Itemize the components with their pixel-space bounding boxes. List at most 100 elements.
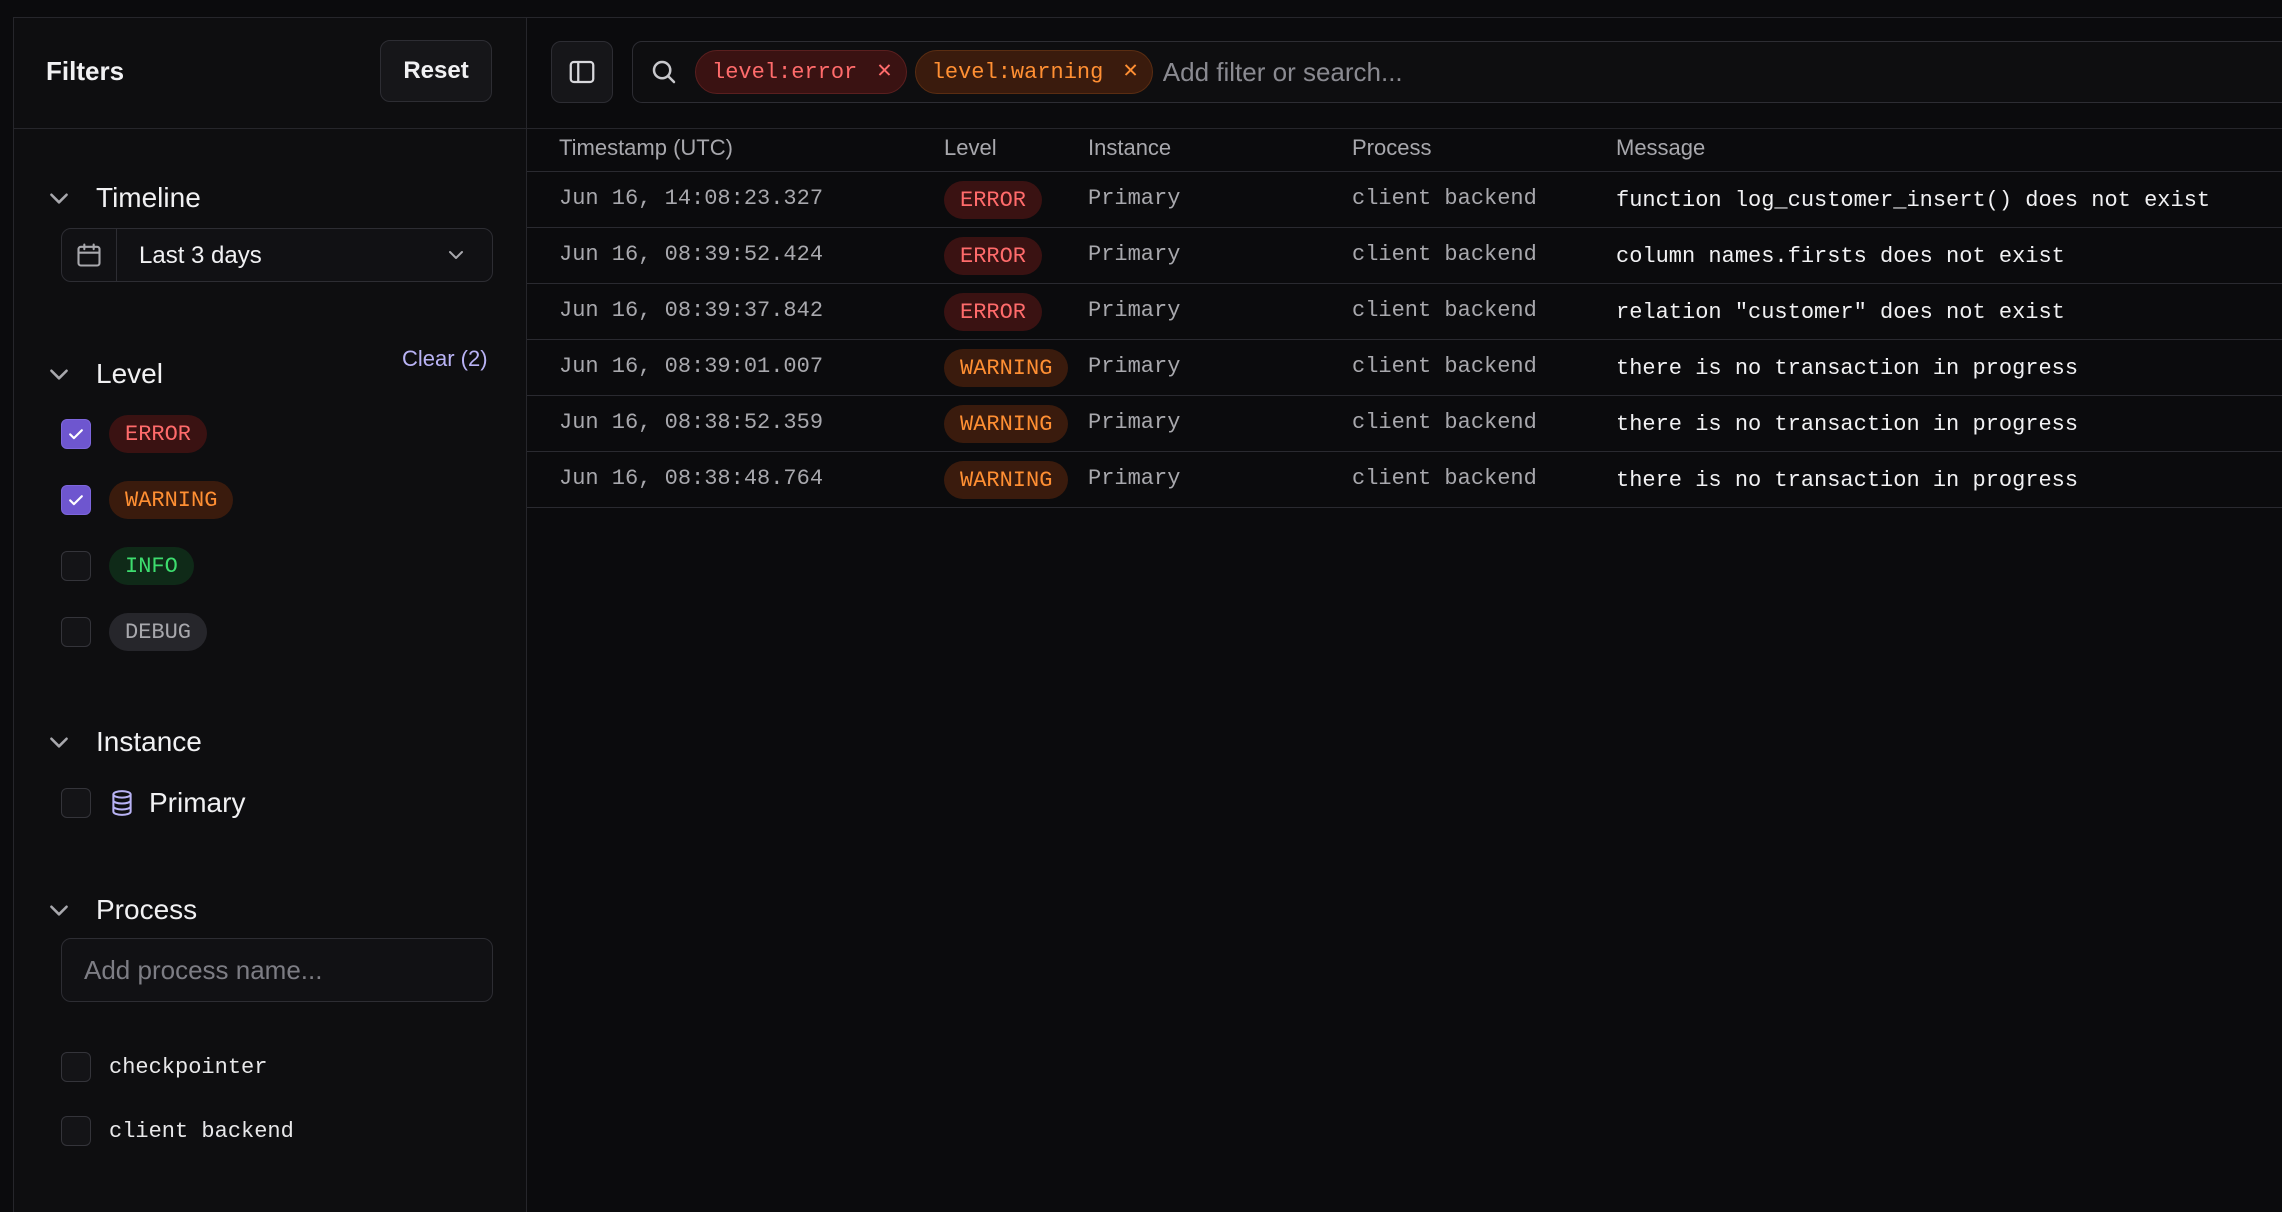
chevron-down-icon — [50, 369, 68, 380]
checkbox-primary[interactable] — [61, 788, 91, 818]
chevron-down-icon — [50, 737, 68, 748]
clear-level-link[interactable]: Clear (2) — [402, 346, 488, 372]
cell-process: client backend — [1352, 298, 1537, 323]
level-title: Level — [96, 358, 163, 389]
process-section-toggle[interactable]: Process — [46, 894, 197, 926]
filters-header: Filters Reset — [14, 18, 526, 129]
chevron-down-icon — [50, 905, 68, 916]
column-header-timestamp[interactable]: Timestamp (UTC) — [559, 135, 733, 161]
cell-timestamp: Jun 16, 14:08:23.327 — [559, 186, 824, 211]
cell-process: client backend — [1352, 466, 1537, 491]
cell-level: ERROR — [944, 237, 1043, 275]
checkbox-checkpointer[interactable] — [61, 1052, 91, 1082]
instance-title: Instance — [96, 726, 202, 757]
cell-process: client backend — [1352, 242, 1537, 267]
table-row[interactable]: Jun 16, 08:39:52.424 ERROR Primary client b… — [527, 228, 2282, 284]
table-row[interactable]: Jun 16, 08:39:01.007 WARNING Primary client… — [527, 340, 2282, 396]
level-badge-info: INFO — [109, 547, 194, 585]
level-option-debug[interactable]: DEBUG — [61, 613, 208, 651]
column-header-level[interactable]: Level — [944, 135, 997, 161]
chevron-down-icon — [50, 193, 68, 204]
process-title: Process — [96, 894, 198, 925]
database-icon — [107, 788, 137, 818]
table-row[interactable]: Jun 16, 08:39:37.842 ERROR Primary client b… — [527, 284, 2282, 340]
process-label: checkpointer — [109, 1054, 268, 1080]
cell-timestamp: Jun 16, 08:38:48.764 — [559, 466, 824, 491]
checkbox-error[interactable] — [61, 419, 91, 449]
log-toolbar: level:error ✕ level:warning ✕ — [527, 18, 2282, 129]
checkbox-debug[interactable] — [61, 617, 91, 647]
search-bar[interactable]: level:error ✕ level:warning ✕ — [632, 41, 2282, 103]
column-header-process[interactable]: Process — [1352, 135, 1431, 161]
chevron-down-icon — [449, 251, 463, 259]
cell-timestamp: Jun 16, 08:39:01.007 — [559, 354, 824, 379]
sidebar-panel-icon — [569, 60, 595, 84]
filters-title: Filters — [46, 56, 125, 86]
column-header-message[interactable]: Message — [1616, 135, 1705, 161]
level-badge-warning: WARNING — [109, 481, 234, 519]
level-option-warning[interactable]: WARNING — [61, 481, 234, 519]
table-row[interactable]: Jun 16, 08:38:48.764 WARNING Primary client… — [527, 452, 2282, 508]
level-badge-debug: DEBUG — [109, 613, 208, 651]
table-row[interactable]: Jun 16, 08:38:52.359 WARNING Primary client… — [527, 396, 2282, 452]
left-edge-panel — [0, 17, 14, 1212]
timeline-section-toggle[interactable]: Timeline — [46, 182, 201, 214]
close-icon[interactable]: ✕ — [1123, 60, 1137, 84]
cell-message: there is no transaction in progress — [1616, 356, 2079, 381]
instance-option-primary[interactable]: Primary — [61, 787, 245, 819]
cell-instance: Primary — [1088, 242, 1181, 267]
process-label: client backend — [109, 1118, 294, 1144]
cell-level: WARNING — [944, 461, 1069, 499]
toggle-sidebar-button[interactable] — [551, 41, 613, 103]
check-icon — [69, 495, 83, 506]
cell-message: there is no transaction in progress — [1616, 412, 2079, 437]
checkbox-warning[interactable] — [61, 485, 91, 515]
timeline-selected-value: Last 3 days — [139, 242, 262, 269]
process-name-input[interactable] — [61, 938, 493, 1002]
level-badge: ERROR — [944, 181, 1043, 219]
cell-instance: Primary — [1088, 410, 1181, 435]
cell-message: relation "customer" does not exist — [1616, 300, 2065, 325]
checkbox-info[interactable] — [61, 551, 91, 581]
instance-section-toggle[interactable]: Instance — [46, 726, 202, 758]
level-option-error[interactable]: ERROR — [61, 415, 208, 453]
calendar-icon — [62, 229, 117, 281]
cell-level: WARNING — [944, 405, 1069, 443]
cell-instance: Primary — [1088, 354, 1181, 379]
level-badge: ERROR — [944, 237, 1043, 275]
filters-sidebar: Filters Reset Timeline Last 3 days Level… — [14, 18, 527, 1212]
level-badge-error: ERROR — [109, 415, 208, 453]
logs-table: Timestamp (UTC) Level Instance Process M… — [527, 129, 2282, 508]
level-section-toggle[interactable]: Level — [46, 358, 163, 390]
level-option-info[interactable]: INFO — [61, 547, 194, 585]
level-badge: ERROR — [944, 293, 1043, 331]
cell-level: ERROR — [944, 181, 1043, 219]
checkbox-client-backend[interactable] — [61, 1116, 91, 1146]
reset-button[interactable]: Reset — [380, 40, 492, 102]
search-icon — [633, 57, 695, 87]
cell-timestamp: Jun 16, 08:39:52.424 — [559, 242, 824, 267]
instance-label: Primary — [149, 787, 246, 818]
level-badge: WARNING — [944, 405, 1069, 443]
table-row[interactable]: Jun 16, 14:08:23.327 ERROR Primary client b… — [527, 172, 2282, 228]
search-input[interactable] — [1160, 55, 2282, 89]
cell-instance: Primary — [1088, 466, 1181, 491]
cell-process: client backend — [1352, 410, 1537, 435]
filter-chip-warning[interactable]: level:warning ✕ — [914, 50, 1153, 94]
process-option-checkpointer[interactable]: checkpointer — [61, 1052, 267, 1082]
window-top-border — [0, 0, 2282, 18]
close-icon[interactable]: ✕ — [877, 60, 891, 84]
column-header-instance[interactable]: Instance — [1088, 135, 1171, 161]
level-badge: WARNING — [944, 461, 1069, 499]
cell-message: there is no transaction in progress — [1616, 468, 2079, 493]
filter-chip-error[interactable]: level:error ✕ — [695, 50, 907, 94]
check-icon — [69, 429, 83, 440]
cell-level: WARNING — [944, 349, 1069, 387]
filter-chip-label: level:error — [712, 59, 858, 85]
timeline-select[interactable]: Last 3 days — [61, 228, 493, 282]
cell-process: client backend — [1352, 354, 1537, 379]
cell-timestamp: Jun 16, 08:39:37.842 — [559, 298, 824, 323]
cell-timestamp: Jun 16, 08:38:52.359 — [559, 410, 824, 435]
cell-process: client backend — [1352, 186, 1537, 211]
process-option-client-backend[interactable]: client backend — [61, 1116, 294, 1146]
